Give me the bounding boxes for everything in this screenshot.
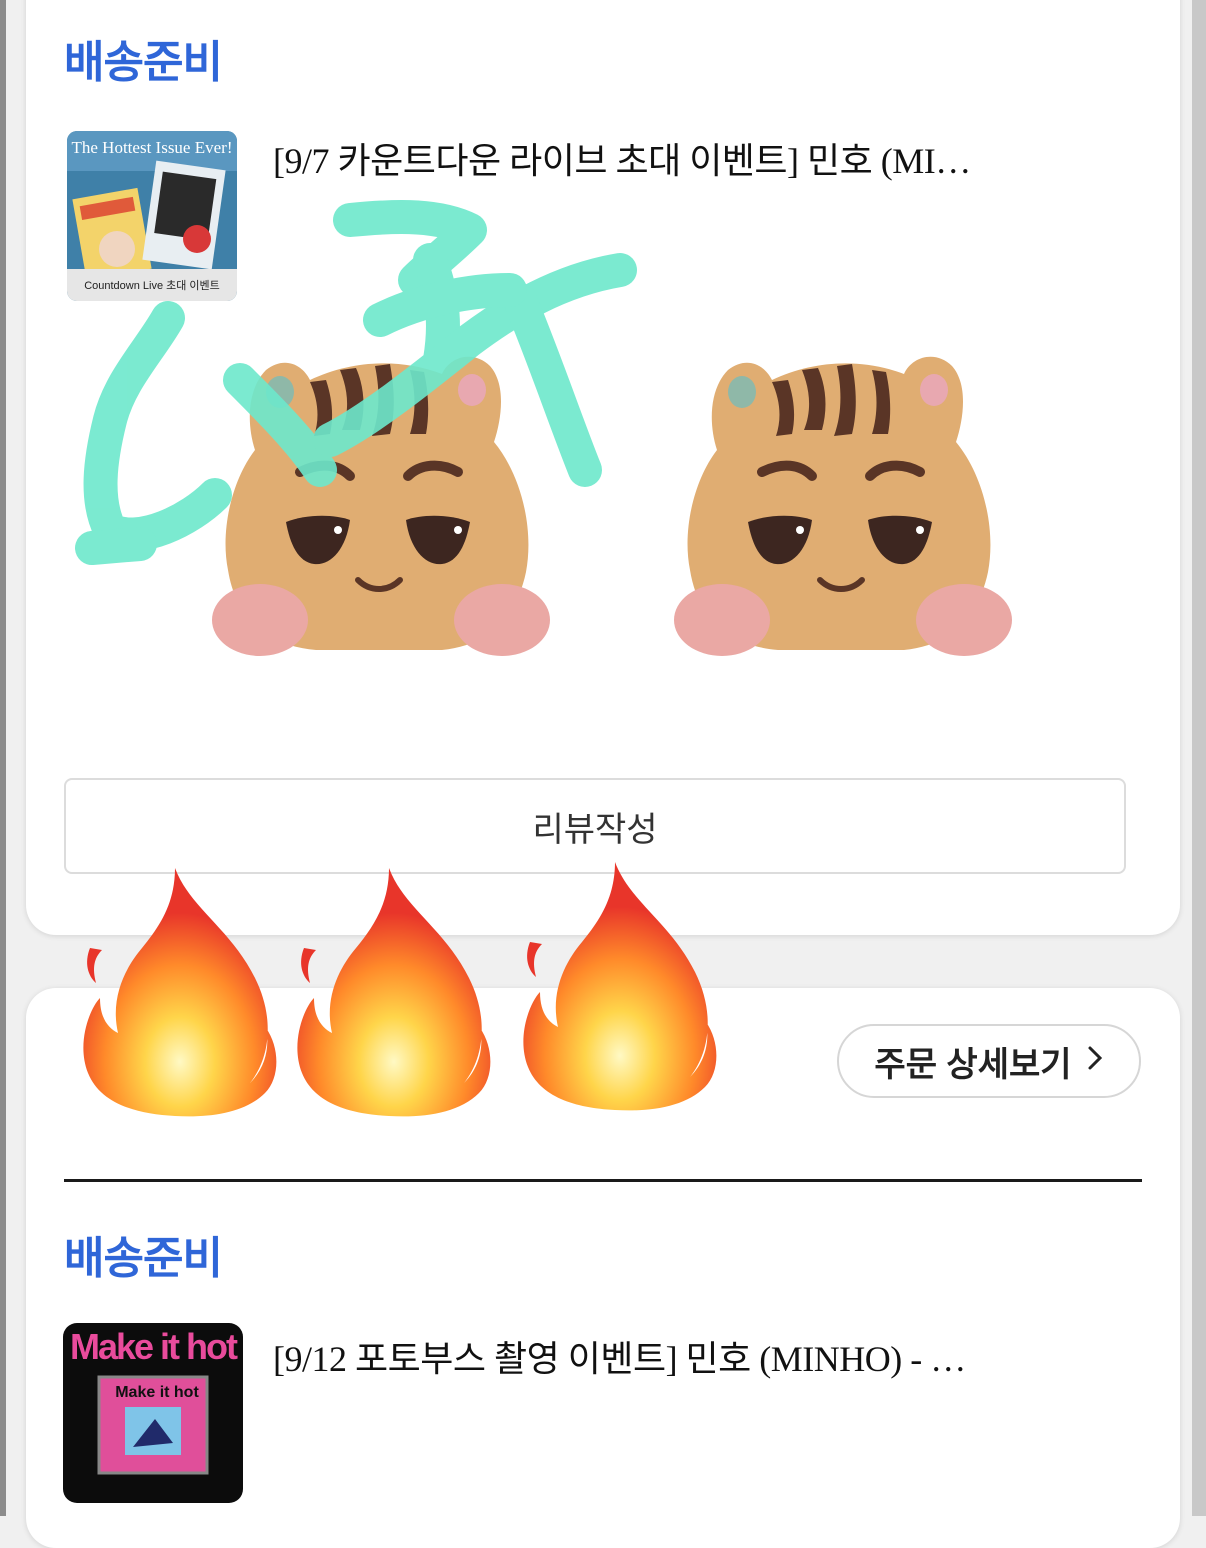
screen-edge-left xyxy=(0,0,6,1516)
product-thumbnail[interactable]: The Hottest Issue Ever! Countdown Live 초… xyxy=(67,131,237,301)
thumbnail-headline: Make it hot xyxy=(70,1326,238,1367)
order-status-label: 배송준비 xyxy=(64,38,223,87)
product-title[interactable]: [9/7 카운트다운 라이브 초대 이벤트] 민호 (MI… xyxy=(273,132,1033,184)
thumbnail-headline: The Hottest Issue Ever! xyxy=(72,138,233,157)
order-detail-button[interactable]: 주문 상세보기 xyxy=(837,1024,1141,1098)
order-detail-label: 주문 상세보기 xyxy=(874,1045,1072,1084)
thumbnail-sub-headline: Make it hot xyxy=(115,1384,199,1401)
product-title[interactable]: [9/12 포토부스 촬영 이벤트] 민호 (MINHO) - … xyxy=(273,1330,1033,1382)
thumbnail-caption: Countdown Live 초대 이벤트 xyxy=(84,279,220,292)
product-thumbnail[interactable]: Make it hot Make it hot xyxy=(63,1323,243,1503)
chevron-right-icon xyxy=(1086,1042,1104,1081)
write-review-button[interactable]: 리뷰작성 xyxy=(64,778,1126,874)
section-divider xyxy=(64,1179,1142,1182)
order-status-label: 배송준비 xyxy=(64,1234,223,1283)
screen-scrollbar[interactable] xyxy=(1192,0,1206,1516)
